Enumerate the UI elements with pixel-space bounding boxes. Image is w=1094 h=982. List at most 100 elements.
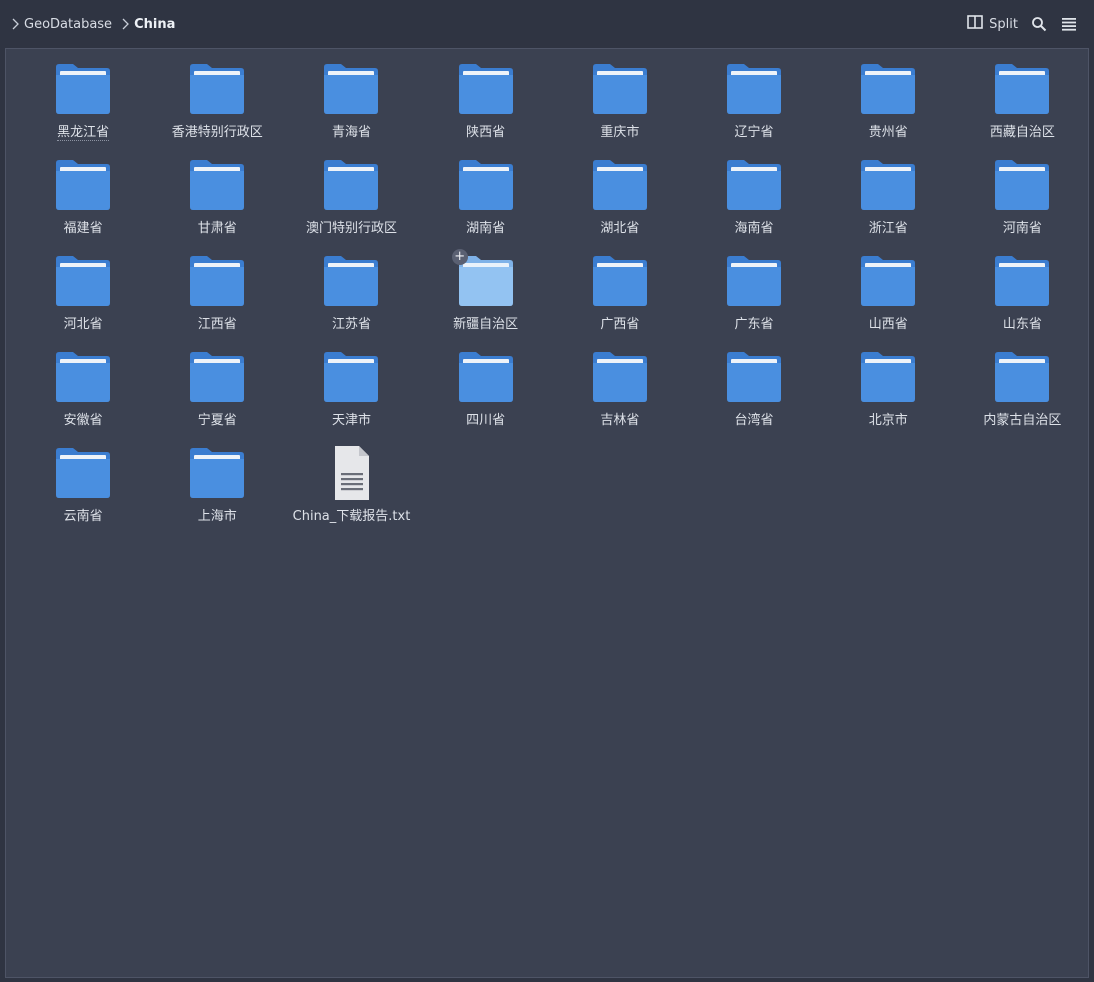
item-label: 香港特别行政区	[171, 125, 263, 140]
folder-item[interactable]: 安徽省	[16, 349, 150, 445]
folder-icon	[858, 157, 918, 213]
folder-icon	[53, 253, 113, 309]
add-selection-icon[interactable]: +	[451, 249, 468, 265]
split-button[interactable]: Split	[961, 9, 1024, 39]
item-label: 江苏省	[331, 317, 371, 332]
folder-item[interactable]: 海南省	[687, 157, 821, 253]
item-label: 辽宁省	[734, 125, 774, 140]
folder-item[interactable]: 宁夏省	[150, 349, 284, 445]
folder-icon	[858, 61, 918, 117]
item-label: 广东省	[734, 317, 774, 332]
chevron-right-icon[interactable]	[8, 17, 22, 31]
item-label: China_下载报告.txt	[292, 509, 411, 524]
item-label: 宁夏省	[197, 413, 237, 428]
folder-icon	[456, 349, 516, 405]
folder-icon	[53, 445, 113, 501]
folder-icon	[321, 157, 381, 213]
item-label: 四川省	[466, 413, 506, 428]
item-label: 吉林省	[600, 413, 640, 428]
folder-item[interactable]: 贵州省	[821, 61, 955, 157]
folder-icon	[187, 157, 247, 213]
item-label: 黑龙江省	[57, 121, 110, 141]
toolbar: GeoDatabase China Split	[0, 0, 1094, 48]
folder-item[interactable]: 湖南省	[419, 157, 553, 253]
chevron-right-icon[interactable]	[118, 17, 132, 31]
item-label: 澳门特别行政区	[305, 221, 397, 236]
folder-icon	[724, 349, 784, 405]
item-label: 海南省	[734, 221, 774, 236]
item-label: 台湾省	[734, 413, 774, 428]
item-label: 河南省	[1002, 221, 1042, 236]
folder-item[interactable]: 北京市	[821, 349, 955, 445]
folder-icon	[187, 349, 247, 405]
folder-item[interactable]: 山东省	[955, 253, 1089, 349]
folder-icon	[456, 61, 516, 117]
breadcrumb-item-geodatabase[interactable]: GeoDatabase	[22, 17, 118, 32]
folder-item[interactable]: 香港特别行政区	[150, 61, 284, 157]
folder-item[interactable]: 山西省	[821, 253, 955, 349]
folder-item[interactable]: + 新疆自治区	[419, 249, 553, 349]
folder-item[interactable]: 上海市	[150, 445, 284, 541]
menu-button[interactable]	[1054, 9, 1084, 39]
folder-icon	[187, 253, 247, 309]
split-view-icon	[967, 15, 983, 33]
folder-icon	[456, 157, 516, 213]
folder-icon	[590, 253, 650, 309]
item-label: 贵州省	[868, 125, 908, 140]
folder-item[interactable]: 内蒙古自治区	[955, 349, 1089, 445]
folder-item[interactable]: 河南省	[955, 157, 1089, 253]
folder-item[interactable]: 福建省	[16, 157, 150, 253]
folder-item[interactable]: 江西省	[150, 253, 284, 349]
folder-item[interactable]: 浙江省	[821, 157, 955, 253]
folder-item[interactable]: 广东省	[687, 253, 821, 349]
folder-item[interactable]: 西藏自治区	[955, 61, 1089, 157]
item-label: 福建省	[63, 221, 103, 236]
item-label: 新疆自治区	[453, 317, 519, 332]
folder-icon	[53, 157, 113, 213]
file-item[interactable]: China_下载报告.txt	[284, 445, 418, 541]
folder-icon	[992, 349, 1052, 405]
folder-item[interactable]: 青海省	[284, 61, 418, 157]
item-label: 广西省	[600, 317, 640, 332]
folder-icon: +	[451, 249, 516, 309]
folder-icon	[53, 61, 113, 117]
folder-item[interactable]: 河北省	[16, 253, 150, 349]
item-label: 北京市	[868, 413, 908, 428]
item-label: 云南省	[63, 509, 103, 524]
folder-icon	[590, 349, 650, 405]
folder-item[interactable]: 吉林省	[553, 349, 687, 445]
item-label: 山东省	[1002, 317, 1042, 332]
folder-item[interactable]: 广西省	[553, 253, 687, 349]
item-label: 安徽省	[63, 413, 103, 428]
folder-item[interactable]: 甘肃省	[150, 157, 284, 253]
breadcrumb-item-china[interactable]: China	[132, 17, 181, 32]
folder-item[interactable]: 四川省	[419, 349, 553, 445]
folder-icon	[321, 349, 381, 405]
folder-item[interactable]: 陕西省	[419, 61, 553, 157]
item-label: 江西省	[197, 317, 237, 332]
search-button[interactable]	[1024, 9, 1054, 39]
folder-icon	[992, 61, 1052, 117]
folder-item[interactable]: 黑龙江省	[16, 61, 150, 157]
item-label: 甘肃省	[197, 221, 237, 236]
folder-icon	[724, 253, 784, 309]
folder-item[interactable]: 澳门特别行政区	[284, 157, 418, 253]
folder-item[interactable]: 重庆市	[553, 61, 687, 157]
item-label: 山西省	[868, 317, 908, 332]
folder-icon	[53, 349, 113, 405]
folder-icon	[858, 349, 918, 405]
item-label: 河北省	[63, 317, 103, 332]
folder-item[interactable]: 江苏省	[284, 253, 418, 349]
file-view[interactable]: 黑龙江省 香港特别行政区 青海省 陕西省 重庆市 辽宁省 贵州省 西藏自治区福建省 甘肃省 澳门特…	[5, 48, 1089, 978]
folder-item[interactable]: 云南省	[16, 445, 150, 541]
hamburger-menu-icon	[1062, 18, 1076, 31]
item-label: 湖北省	[600, 221, 640, 236]
folder-item[interactable]: 天津市	[284, 349, 418, 445]
folder-icon	[992, 157, 1052, 213]
folder-item[interactable]: 辽宁省	[687, 61, 821, 157]
folder-item[interactable]: 台湾省	[687, 349, 821, 445]
item-label: 湖南省	[466, 221, 506, 236]
search-icon	[1032, 17, 1047, 32]
item-label: 浙江省	[868, 221, 908, 236]
folder-item[interactable]: 湖北省	[553, 157, 687, 253]
